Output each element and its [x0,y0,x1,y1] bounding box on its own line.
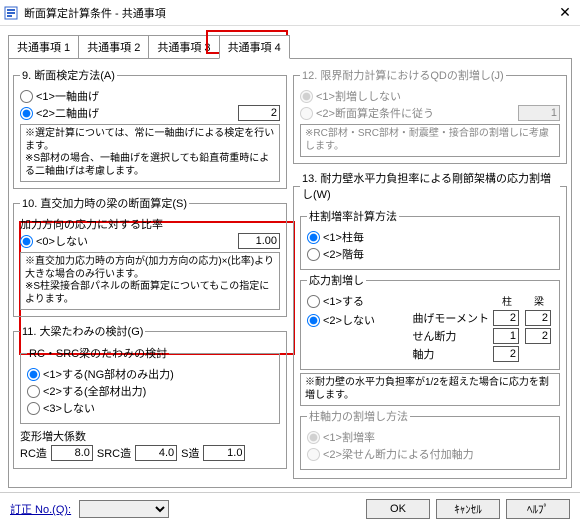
s9-r2[interactable]: <2>二軸曲げ [20,105,99,121]
title-bar: 断面算定計算条件 - 共通事項 ✕ [0,0,580,26]
revision-label: 訂正 No.(Q): [10,501,71,517]
s9-r1[interactable]: <1>一軸曲げ [20,88,99,104]
s10-val[interactable] [238,233,280,249]
s11-sub-legend: RC・SRC梁のたわみの検討 [27,345,169,361]
section-9: 9. 断面検定方法(A) <1>一軸曲げ <2>二軸曲げ ※選定計算については、… [13,67,287,189]
s13-m2-r2[interactable]: <2>しない [307,312,375,328]
s10-label: 加力方向の応力に対する比率 [20,216,163,232]
section-11-legend: 11. 大梁たわみの検討(G) [20,323,145,339]
s13-m2-r1[interactable]: <1>する [307,293,375,309]
s11-rc-label: RC造 [20,445,47,461]
tab-3[interactable]: 共通事項 3 [148,35,219,59]
s13-m1-legend: 柱割増率計算方法 [307,208,399,224]
g-qc[interactable] [493,328,519,344]
s13-m3-r2: <2>梁せん断力による付加軸力 [307,446,474,462]
s12-r2: <2>断面算定条件に従う [300,105,434,121]
s11-src-label: SRC造 [97,445,131,461]
button-row: 訂正 No.(Q): OK ｷｬﾝｾﾙ ﾍﾙﾌﾟ [0,492,580,525]
section-10: 10. 直交加力時の梁の断面算定(S) 加力方向の応力に対する比率 <0>しない… [13,195,287,317]
s11-r2[interactable]: <2>する(全部材出力) [27,383,146,399]
s9-val[interactable] [238,105,280,121]
grid-l1: 曲げモーメント [412,310,489,326]
section-11: 11. 大梁たわみの検討(G) RC・SRC梁のたわみの検討 <1>する(NG部… [13,323,287,469]
s11-r1[interactable]: <1>する(NG部材のみ出力) [27,366,174,382]
s12-note: ※RC部材・SRC部材・耐震壁・接合部の割増しに考慮します。 [300,124,560,157]
section-10-legend: 10. 直交加力時の梁の断面算定(S) [20,195,189,211]
s11-def-label: 変形増大係数 [20,428,86,444]
s11-s-label: S造 [181,445,199,461]
section-13-legend: 13. 耐力壁水平力負担率による剛節架構の応力割増し(W) [300,170,560,202]
section-12-legend: 12. 限界耐力計算におけるQDの割増し(J) [300,67,506,83]
s11-rc-val[interactable] [51,445,93,461]
s13-note: ※耐力壁の水平力負担率が1/2を超えた場合に応力を割増します。 [300,373,560,406]
tab-strip: 共通事項 1 共通事項 2 共通事項 3 共通事項 4 [8,34,572,58]
close-icon[interactable]: ✕ [554,4,576,21]
s12-val [518,105,560,121]
s13-grid: 柱梁 曲げモーメント せん断力 軸力 [412,293,553,362]
s9-note: ※選定計算については、常に一軸曲げによる検定を行います。 ※S部材の場合、一軸曲… [20,124,280,182]
s13-m1: 柱割増率計算方法 <1>柱毎 <2>階毎 [300,208,560,270]
grid-l2: せん断力 [412,328,489,344]
s13-m1-r1[interactable]: <1>柱毎 [307,229,364,245]
grid-h-beam: 梁 [525,293,553,308]
g-mb[interactable] [525,310,551,326]
s11-src-val[interactable] [135,445,177,461]
s13-m2-legend: 応力割増し [307,272,366,288]
g-nc[interactable] [493,346,519,362]
app-icon [4,6,18,20]
cancel-button[interactable]: ｷｬﾝｾﾙ [436,499,500,519]
revision-select[interactable] [79,500,169,518]
s13-m3-legend: 柱軸力の割増し方法 [307,408,410,424]
window-title: 断面算定計算条件 - 共通事項 [24,5,554,21]
s13-m1-r2[interactable]: <2>階毎 [307,246,364,262]
s11-sub: RC・SRC梁のたわみの検討 <1>する(NG部材のみ出力) <2>する(全部材… [20,345,280,424]
help-button[interactable]: ﾍﾙﾌﾟ [506,499,570,519]
ok-button[interactable]: OK [366,499,430,519]
s13-m3-r1: <1>割増率 [307,429,375,445]
s10-r0[interactable]: <0>しない [20,233,88,249]
s13-m2: 応力割増し <1>する <2>しない 柱梁 曲げモーメント せん断力 軸力 [300,272,560,370]
tab-1[interactable]: 共通事項 1 [8,35,79,59]
section-9-legend: 9. 断面検定方法(A) [20,67,117,83]
g-mc[interactable] [493,310,519,326]
tab-2[interactable]: 共通事項 2 [78,35,149,59]
s13-m3: 柱軸力の割増し方法 <1>割増率 <2>梁せん断力による付加軸力 [300,408,560,470]
section-12: 12. 限界耐力計算におけるQDの割増し(J) <1>割増ししない <2>断面算… [293,67,567,164]
g-qb[interactable] [525,328,551,344]
grid-h-col: 柱 [493,293,521,308]
s11-s-val[interactable] [203,445,245,461]
grid-l3: 軸力 [412,346,489,362]
tab-4[interactable]: 共通事項 4 [219,35,290,59]
s11-r3[interactable]: <3>しない [27,400,95,416]
section-13: 13. 耐力壁水平力負担率による剛節架構の応力割増し(W) 柱割増率計算方法 <… [293,170,567,479]
s10-note: ※直交加力応力時の方向が(加力方向の応力)×(比率)より大きな場合のみ行います。… [20,252,280,310]
s12-r1: <1>割増ししない [300,88,401,104]
